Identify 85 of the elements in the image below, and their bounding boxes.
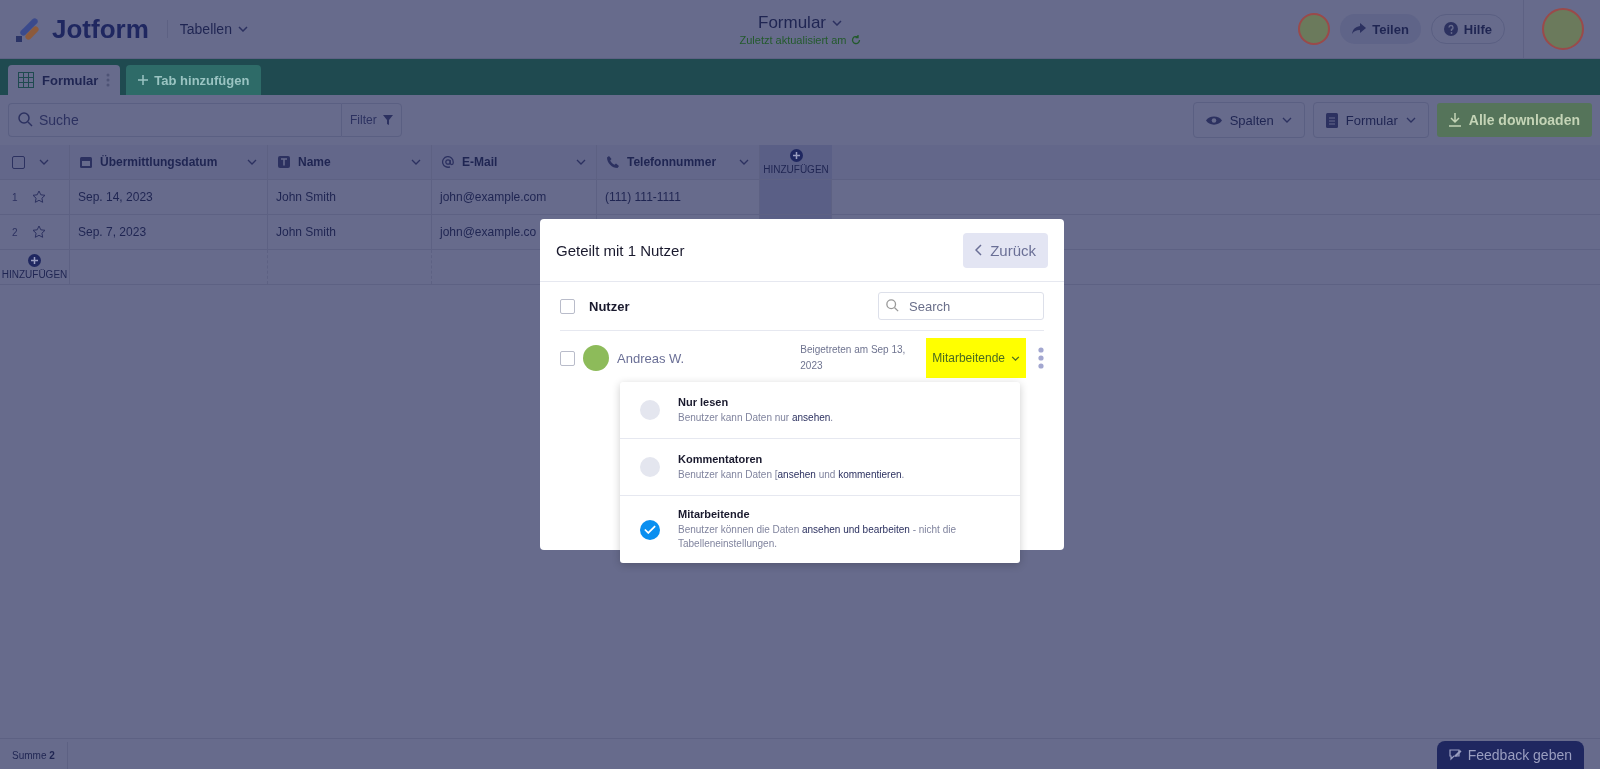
last-updated-text: Zuletzt aktualisiert am [739,34,847,46]
column-title: Name [298,155,332,169]
avatar [1298,13,1331,45]
role-title: Mitarbeitende [678,508,751,520]
user-name: Andreas W. [617,350,686,366]
column-header[interactable]: E-Mail [432,145,597,179]
columns-button[interactable]: Spalten [1192,102,1305,138]
more-icon[interactable] [1038,347,1044,369]
help-icon [1443,22,1458,36]
chevron-down-icon[interactable] [39,159,49,165]
radio-button[interactable] [640,519,660,540]
user-checkbox[interactable] [560,350,575,366]
user-avatar [583,345,609,371]
column-title: Übermittlungsdatum [100,155,219,169]
section-dropdown[interactable]: Tabellen [166,20,254,38]
role-description: Benutzer kann Daten [ansehen und kommentieren. [678,467,905,482]
select-all-checkbox[interactable] [560,298,575,314]
refresh-icon[interactable] [850,35,861,45]
filter-button[interactable]: Filter [341,103,402,137]
add-column-button[interactable]: HINZUFÜGEN [760,145,832,179]
column-header[interactable]: Übermittlungsdatum [70,145,268,179]
role-description: Benutzer kann Daten nur ansehen. [678,410,834,425]
chevron-down-icon[interactable] [739,159,749,165]
feedback-icon [1448,748,1462,762]
users-heading: Nutzer [589,298,631,314]
radio-button[interactable] [640,400,660,420]
eye-icon [1205,114,1222,126]
star-icon[interactable] [31,190,46,204]
share-arrow-icon [1352,23,1367,35]
download-button[interactable]: Alle downloaden [1436,103,1592,137]
chevron-down-icon [1405,117,1416,123]
account-avatar[interactable] [1542,8,1584,50]
plus-circle-icon [28,254,41,267]
share-button[interactable]: Teilen [1340,14,1421,44]
table-cell: Sep. 7, 2023 [70,215,268,249]
column-title: E-Mail [462,155,499,169]
chevron-left-icon [975,244,983,256]
role-option[interactable]: Kommentatoren Benutzer kann Daten [ansehen und kommentieren. [620,439,1020,496]
select-all-checkbox[interactable] [12,155,25,169]
download-icon [1448,113,1461,127]
text-field-icon [278,156,290,168]
funnel-icon [382,115,393,125]
form-title-dropdown[interactable]: Formular [752,12,848,34]
chevron-down-icon[interactable] [411,159,421,165]
chevron-down-icon [832,20,842,26]
role-title: Kommentatoren [678,452,764,465]
add-tab-button[interactable]: Tab hinzufügen [126,65,262,95]
table-cell: John Smith [268,215,432,249]
logo-text: Jotform [52,13,149,45]
sheet-tab[interactable]: Formular [8,65,121,95]
add-row-button[interactable]: HINZUFÜGEN [0,250,70,284]
plus-circle-icon [789,149,803,162]
role-option[interactable]: Nur lesen Benutzer kann Daten nur ansehen. [620,382,1020,439]
role-description: Benutzer können die Daten ansehen und bearbeiten - nicht die Tabelleneinstellungen. [678,523,957,551]
radio-button[interactable] [640,457,660,477]
plus-icon [138,75,149,85]
search-icon [18,112,33,127]
star-icon[interactable] [31,225,46,239]
logo-icon [16,16,42,42]
table-cell: Sep. 14, 2023 [70,180,268,214]
checkmark-icon [644,525,656,534]
chevron-down-icon[interactable] [247,159,257,165]
column-header[interactable]: Name [268,145,432,179]
role-dropdown[interactable]: Mitarbeitende [926,338,1026,378]
form-button[interactable]: Formular [1312,102,1429,138]
at-sign-icon [442,156,454,168]
more-icon[interactable] [106,73,111,87]
sum-text: Summe 2 [0,742,68,769]
column-title: Telefonnummer [627,155,718,169]
back-button[interactable]: Zurück [963,232,1048,268]
role-option[interactable]: Mitarbeitende Benutzer können die Daten ansehen und bearbeiten - nicht die Tabelleneinstellungen. [620,496,1020,563]
search-field[interactable]: Suche [8,103,341,137]
document-icon [1325,112,1338,128]
calendar-icon [80,156,92,168]
chevron-down-icon [1011,355,1020,361]
chevron-down-icon [1281,117,1292,123]
table-cell: John Smith [268,180,432,214]
joined-date: Beigetreten am Sep 13, 2023 [800,343,907,373]
chevron-down-icon [237,26,248,32]
role-title: Nur lesen [678,395,730,408]
feedback-button[interactable]: Feedback geben [1436,741,1584,769]
grid-icon [18,72,34,88]
table-cell: john@example.com [432,180,597,214]
phone-icon [607,156,619,168]
chevron-down-icon[interactable] [576,159,586,165]
